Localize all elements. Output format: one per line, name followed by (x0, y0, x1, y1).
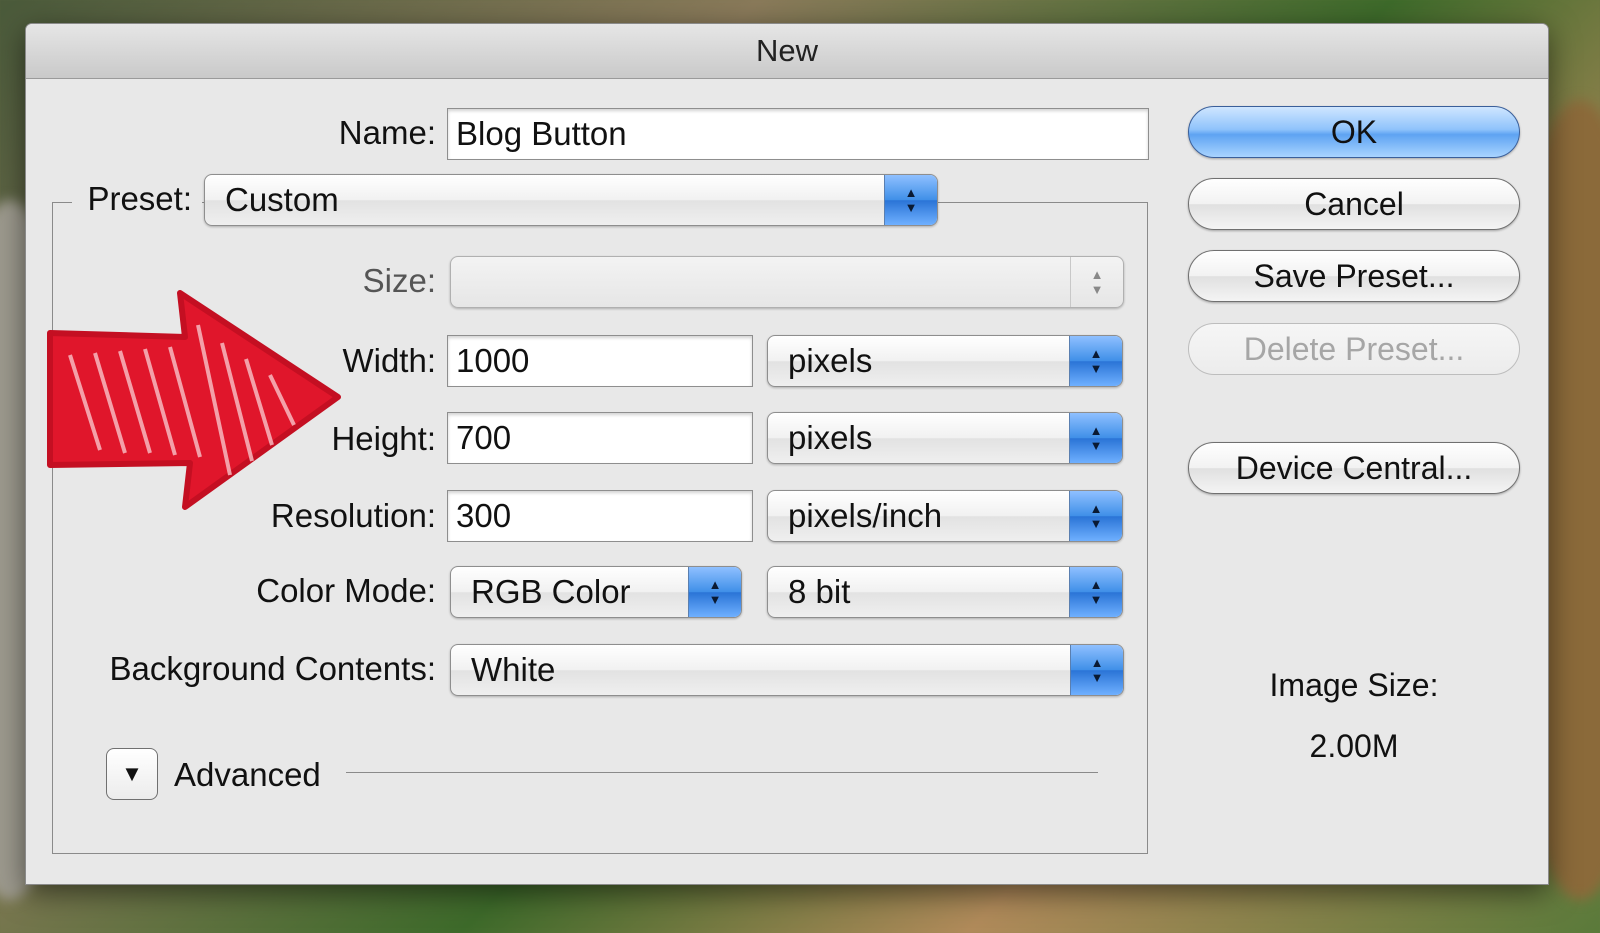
preset-select[interactable]: Custom ▲ ▼ (204, 174, 938, 226)
width-unit-value: pixels (788, 342, 873, 379)
width-unit-select[interactable]: pixels ▲ ▼ (767, 335, 1123, 387)
color-mode-label: Color Mode: (256, 572, 436, 609)
bit-depth-value: 8 bit (788, 573, 851, 610)
resolution-field[interactable]: 300 (447, 490, 753, 542)
up-down-arrows-icon: ▲ ▼ (1069, 413, 1122, 463)
color-mode-value: RGB Color (471, 573, 631, 610)
advanced-divider (346, 772, 1098, 773)
dialog-title: New (26, 24, 1548, 79)
delete-preset-button: Delete Preset... (1188, 323, 1520, 375)
advanced-disclosure-button[interactable]: ▼ (106, 748, 158, 800)
device-central-button[interactable]: Device Central... (1188, 442, 1520, 494)
bit-depth-select[interactable]: 8 bit ▲ ▼ (767, 566, 1123, 618)
height-unit-value: pixels (788, 419, 873, 456)
image-size-label: Image Size: (1269, 667, 1439, 703)
name-field[interactable]: Blog Button (447, 108, 1149, 160)
ok-button[interactable]: OK (1188, 106, 1520, 158)
name-label: Name: (338, 114, 436, 151)
width-field[interactable]: 1000 (447, 335, 753, 387)
height-unit-select[interactable]: pixels ▲ ▼ (767, 412, 1123, 464)
preset-select-value: Custom (225, 181, 339, 218)
triangle-down-icon: ▼ (121, 761, 143, 786)
up-down-arrows-icon: ▲ ▼ (1070, 645, 1123, 695)
up-down-arrows-icon: ▲ ▼ (884, 175, 937, 225)
background-contents-label: Background Contents: (109, 650, 436, 687)
resolution-unit-select[interactable]: pixels/inch ▲ ▼ (767, 490, 1123, 542)
color-mode-select[interactable]: RGB Color ▲ ▼ (450, 566, 742, 618)
background-contents-select[interactable]: White ▲ ▼ (450, 644, 1124, 696)
size-select: ▲ ▼ (450, 256, 1124, 308)
save-preset-button[interactable]: Save Preset... (1188, 250, 1520, 302)
cancel-button[interactable]: Cancel (1188, 178, 1520, 230)
preset-label: Preset: (87, 180, 192, 217)
up-down-arrows-icon: ▲ ▼ (1069, 567, 1122, 617)
up-down-arrows-icon: ▲ ▼ (1069, 336, 1122, 386)
height-field[interactable]: 700 (447, 412, 753, 464)
arrow-right-icon (47, 290, 341, 510)
image-size-value: 2.00M (1309, 728, 1399, 764)
up-down-arrows-icon: ▲ ▼ (1069, 491, 1122, 541)
advanced-label: Advanced (174, 756, 321, 793)
background-contents-value: White (471, 651, 556, 688)
up-down-arrows-icon: ▲ ▼ (688, 567, 741, 617)
resolution-unit-value: pixels/inch (788, 497, 943, 534)
up-down-arrows-icon: ▲ ▼ (1070, 257, 1123, 307)
